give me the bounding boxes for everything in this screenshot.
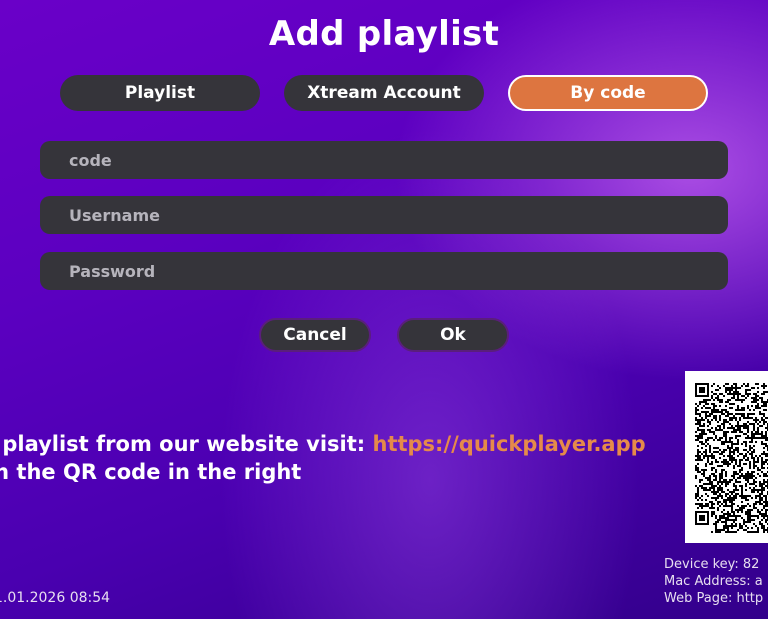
tab-by-code[interactable]: By code: [508, 75, 708, 111]
username-field: [40, 196, 728, 234]
page-title: Add playlist: [268, 14, 500, 54]
cancel-button[interactable]: Cancel: [259, 318, 371, 352]
code-field: [40, 141, 728, 179]
clock: 1.01.2026 08:54: [0, 590, 111, 606]
password-input[interactable]: [67, 260, 728, 282]
tab-xtream-account[interactable]: Xtream Account: [284, 75, 484, 111]
ok-button[interactable]: Ok: [397, 318, 509, 352]
website-link[interactable]: https://quickplayer.app: [373, 432, 646, 456]
mac-address: Mac Address: a: [664, 574, 763, 589]
info-line-1-text: d playlist from our website visit:: [0, 432, 373, 456]
info-line-1: d playlist from our website visit: https…: [0, 430, 646, 458]
code-input[interactable]: [67, 149, 728, 171]
info-line-2: an the QR code in the right: [0, 460, 302, 484]
device-key: Device key: 82: [664, 557, 760, 572]
qr-code-icon: [685, 371, 768, 543]
tab-playlist[interactable]: Playlist: [60, 75, 260, 111]
info-text: d playlist from our website visit: https…: [0, 430, 646, 486]
web-page: Web Page: http: [664, 591, 764, 606]
tab-bar: Playlist Xtream Account By code: [60, 75, 708, 113]
username-input[interactable]: [67, 204, 728, 226]
password-field: [40, 252, 728, 290]
device-info: Device key: 82 Mac Address: a Web Page: …: [664, 556, 763, 607]
